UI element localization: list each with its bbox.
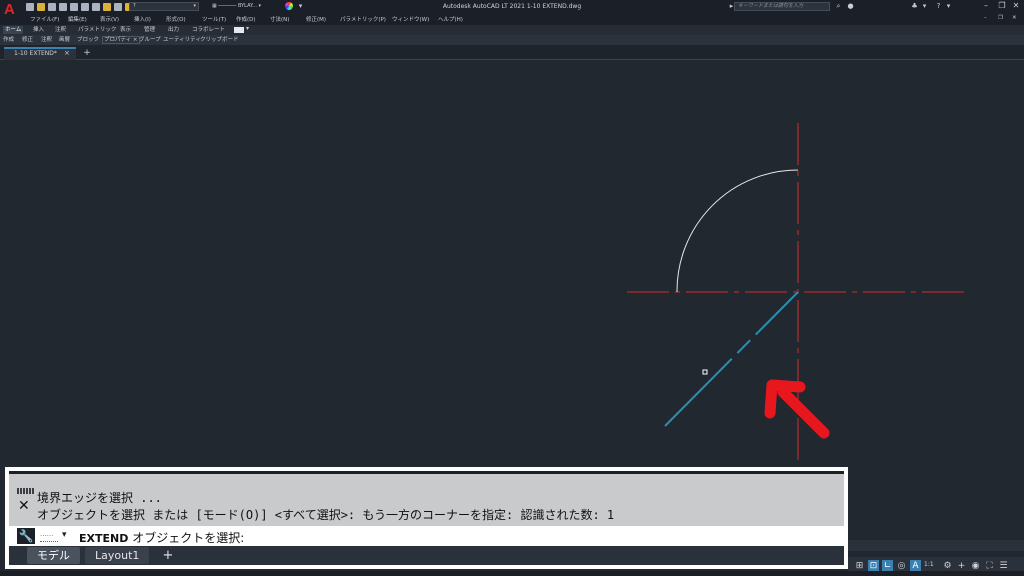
file-tabs: 1-10 EXTEND* × +: [0, 45, 1024, 60]
chevron-down-icon[interactable]: ▾: [246, 25, 249, 32]
red-arrow-annotation: [764, 379, 830, 439]
share-icon[interactable]: ♣: [910, 2, 919, 11]
tab-collaborate[interactable]: コラボレート: [190, 26, 227, 34]
tab-insert[interactable]: 挿入: [31, 26, 46, 34]
panel-modify[interactable]: 修正: [22, 36, 33, 44]
restore-icon[interactable]: ❐: [996, 1, 1008, 11]
panel-groups[interactable]: グループ: [139, 36, 161, 44]
close-icon[interactable]: ×: [64, 50, 70, 57]
tab-parametric[interactable]: パラメトリック: [76, 26, 118, 34]
search-icon[interactable]: ⌕: [834, 2, 843, 11]
layout-tabs: モデル Layout1 +: [9, 546, 844, 565]
close-icon[interactable]: ✕: [18, 499, 30, 513]
menu-modify[interactable]: 修正(M): [306, 15, 326, 23]
tab-manage[interactable]: 管理: [142, 26, 157, 34]
ribbon-toggle-icon[interactable]: [234, 27, 244, 33]
pickbox-cursor: [702, 369, 708, 375]
panel-block[interactable]: ブロック: [77, 36, 99, 44]
chevron-down-icon[interactable]: ▾: [62, 530, 67, 540]
restore-doc-icon[interactable]: ❐: [998, 15, 1003, 21]
user-icon[interactable]: ●: [846, 2, 855, 11]
wrench-icon[interactable]: 🔧: [17, 528, 35, 544]
new-tab-button[interactable]: +: [82, 48, 92, 58]
close-icon[interactable]: ✕: [1010, 1, 1022, 11]
history-line-1: 境界エッジを選択 ...: [37, 491, 162, 505]
prompt-text: オブジェクトを選択:: [132, 531, 245, 545]
autocad-window: A ? ▾ ▦ ────── BYLAY... ▾ ▾ Autodesk Aut…: [0, 0, 1024, 576]
panel-annotation[interactable]: 注釈: [41, 36, 52, 44]
command-prompt[interactable]: EXTEND オブジェクトを選択:: [79, 529, 244, 546]
panel-properties[interactable]: プロパティ ×: [102, 36, 140, 44]
minimize-doc-icon[interactable]: –: [984, 15, 987, 21]
panel-layers[interactable]: 画層: [59, 36, 70, 44]
command-line-window: ✕ 境界エッジを選択 ... オブジェクトを選択 または [モード(O)] <す…: [5, 467, 848, 569]
chevron-down-icon[interactable]: ▾: [944, 2, 953, 11]
help-icon[interactable]: ?: [934, 2, 943, 11]
ribbon-panels: 作成 修正 注釈 画層 ブロック プロパティ × グループ ユーティリティ クリ…: [0, 35, 1024, 45]
close-doc-icon[interactable]: ✕: [1012, 15, 1017, 21]
status-strip: [848, 534, 1024, 557]
menu-draw[interactable]: 作成(D): [236, 15, 256, 23]
recent-commands-button[interactable]: ......: [40, 530, 58, 542]
diagonal-dashed-line: [664, 291, 799, 427]
tab-home[interactable]: ホーム: [3, 26, 24, 34]
window-bottom-edge: [0, 571, 1024, 576]
menu-view[interactable]: 表示(V): [100, 15, 119, 23]
history-line-2: オブジェクトを選択 または [モード(O)] <すべて選択>: もう一方のコーナ…: [37, 508, 615, 522]
scale-value[interactable]: 1:1: [924, 561, 934, 568]
panel-clipboard[interactable]: クリップボード: [200, 36, 239, 44]
file-tab-label: 1-10 EXTEND*: [14, 50, 57, 57]
minimize-icon[interactable]: –: [980, 1, 992, 11]
menu-file[interactable]: ファイル(F): [30, 15, 59, 23]
menu-bar: ファイル(F) 編集(E) 表示(V) 挿入(I) 形式(O) ツール(T) 作…: [0, 14, 1024, 25]
chevron-down-icon[interactable]: ▾: [920, 2, 929, 11]
panel-draw[interactable]: 作成: [3, 36, 14, 44]
tab-output[interactable]: 出力: [166, 26, 181, 34]
arc-boundary: [676, 169, 799, 293]
tab-model[interactable]: モデル: [27, 547, 80, 564]
command-input-row[interactable]: 🔧 ...... ▾ EXTEND オブジェクトを選択:: [9, 526, 844, 546]
menu-format[interactable]: 形式(O): [166, 15, 186, 23]
panel-utilities[interactable]: ユーティリティ: [163, 36, 201, 44]
tab-view[interactable]: 表示: [118, 26, 133, 34]
tab-annotate[interactable]: 注釈: [53, 26, 68, 34]
command-history: ✕ 境界エッジを選択 ... オブジェクトを選択 または [モード(O)] <す…: [9, 474, 844, 526]
search-input[interactable]: キーワードまたは語句を入力: [734, 2, 830, 11]
coordinate-bar: [848, 540, 1024, 551]
title-bar: A ? ▾ ▦ ────── BYLAY... ▾ ▾ Autodesk Aut…: [0, 0, 1024, 18]
window-title: Autodesk AutoCAD LT 2021 1-10 EXTEND.dwg: [442, 3, 582, 10]
menu-dimension[interactable]: 寸法(N): [270, 15, 289, 23]
menu-insert[interactable]: 挿入(I): [134, 15, 151, 23]
add-layout-button[interactable]: +: [159, 548, 177, 563]
ribbon-tabs: ホーム 挿入 注釈 パラメトリック 表示 管理 出力 コラボレート ▾: [0, 25, 1024, 35]
grip-handle-icon[interactable]: [17, 488, 35, 494]
menu-parametric[interactable]: パラメトリック(P): [340, 15, 386, 23]
drawing-svg: [627, 123, 970, 461]
menu-help[interactable]: ヘルプ(H): [438, 15, 463, 23]
tab-layout1[interactable]: Layout1: [85, 547, 150, 564]
menu-tools[interactable]: ツール(T): [202, 15, 226, 23]
prompt-command: EXTEND: [79, 532, 129, 545]
menu-edit[interactable]: 編集(E): [68, 15, 87, 23]
menu-window[interactable]: ウィンドウ(W): [392, 15, 429, 23]
drawing-canvas[interactable]: [0, 61, 1024, 534]
panel-properties-label: プロパティ: [104, 37, 132, 43]
